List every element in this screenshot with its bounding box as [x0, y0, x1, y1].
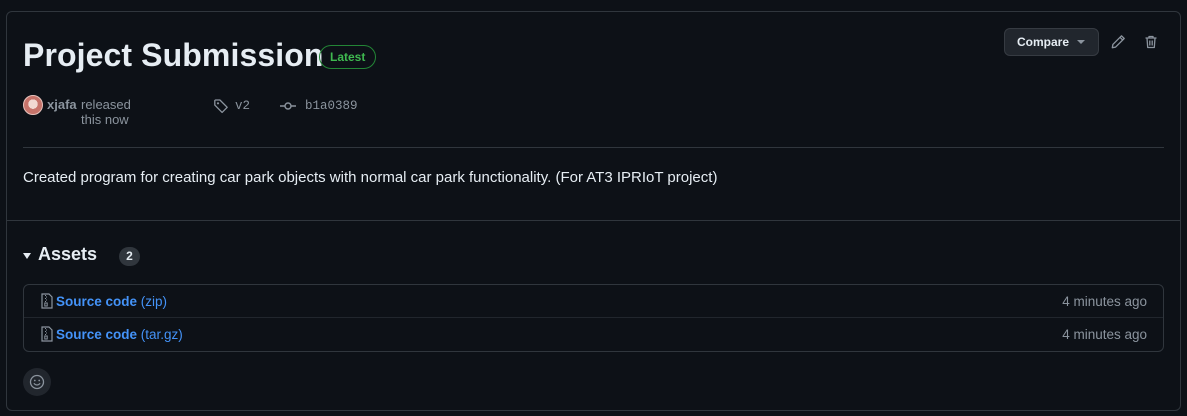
file-zip-icon	[41, 293, 53, 309]
assets-toggle[interactable]: Assets	[23, 244, 97, 265]
smiley-icon	[29, 374, 45, 390]
release-description: Created program for creating car park ob…	[23, 169, 718, 186]
assets-heading: Assets	[38, 244, 98, 264]
chevron-down-icon	[1077, 40, 1085, 44]
divider	[7, 220, 1180, 221]
released-text: released this now	[81, 97, 131, 127]
edit-button[interactable]	[1107, 31, 1129, 53]
asset-name: Source code	[56, 294, 138, 309]
asset-row: Source code (zip) 4 minutes ago	[24, 285, 1163, 318]
pencil-icon	[1111, 35, 1125, 49]
commit-link[interactable]: b1a0389	[305, 99, 358, 113]
assets-count-badge: 2	[119, 247, 140, 266]
commit-icon	[280, 102, 296, 110]
asset-time: 4 minutes ago	[1062, 327, 1147, 342]
file-zip-icon	[41, 326, 53, 342]
asset-name: Source code	[56, 327, 138, 342]
compare-button[interactable]: Compare	[1004, 28, 1099, 56]
compare-label: Compare	[1017, 35, 1070, 49]
asset-download-link[interactable]: Source code (tar.gz)	[56, 327, 183, 342]
asset-ext: (zip)	[140, 294, 168, 309]
asset-row: Source code (tar.gz) 4 minutes ago	[24, 318, 1163, 351]
triangle-down-icon	[23, 252, 31, 259]
tag-link[interactable]: v2	[235, 99, 250, 113]
asset-download-link[interactable]: Source code (zip)	[56, 294, 167, 309]
latest-badge: Latest	[319, 45, 377, 69]
release-title[interactable]: Project Submission	[23, 37, 324, 74]
release-card: Project Submission Latest Compare xjafa …	[6, 11, 1181, 411]
avatar[interactable]	[23, 95, 43, 115]
add-reaction-button[interactable]	[23, 368, 51, 396]
trash-icon	[1145, 35, 1157, 49]
author-link[interactable]: xjafa	[47, 97, 77, 112]
tag-icon	[214, 99, 228, 114]
asset-list: Source code (zip) 4 minutes ago Source c…	[23, 284, 1164, 352]
asset-ext: (tar.gz)	[140, 327, 183, 342]
asset-time: 4 minutes ago	[1062, 294, 1147, 309]
divider	[23, 147, 1164, 148]
delete-button[interactable]	[1140, 31, 1162, 53]
